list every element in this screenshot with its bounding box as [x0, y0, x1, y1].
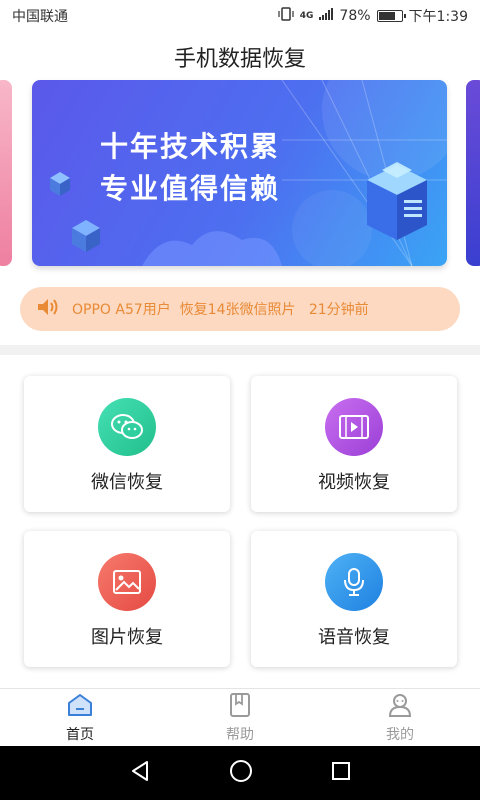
home-button-icon[interactable] [229, 759, 253, 787]
banner-line-1: 十年技术积累 [100, 130, 281, 163]
banner-line-2: 专业值得信赖 [100, 172, 281, 205]
clock: 下午1:39 [408, 9, 468, 25]
section-divider [0, 345, 480, 355]
audio-recovery-label: 语音恢复 [318, 627, 390, 648]
image-recovery-label: 图片恢复 [91, 627, 163, 648]
status-bar: 中国联通 4G 78% 下午1:39 [0, 0, 480, 32]
status-indicators: 4G 78% 下午1:39 [278, 6, 468, 26]
image-icon [98, 553, 156, 611]
tab-profile-label: 我的 [386, 726, 414, 743]
banner-next-slide[interactable] [466, 80, 480, 266]
book-icon [228, 692, 252, 722]
image-recovery-card[interactable]: 图片恢复 [24, 531, 230, 667]
speaker-icon [36, 297, 60, 321]
microphone-icon [325, 553, 383, 611]
tab-help-label: 帮助 [226, 726, 254, 743]
bottom-nav: 首页 帮助 我的 [0, 688, 480, 746]
system-nav-bar [0, 746, 480, 800]
back-icon[interactable] [129, 760, 151, 786]
notice-text: OPPO A57用户 恢复14张微信照片 21分钟前 [72, 302, 369, 318]
banner-text: 十年技术积累 专业值得信赖 [100, 126, 280, 210]
vibrate-icon [278, 7, 294, 25]
wechat-recovery-label: 微信恢复 [91, 472, 163, 493]
wechat-icon [98, 398, 156, 456]
battery-icon [376, 10, 406, 22]
signal-icon [319, 8, 334, 24]
wechat-recovery-card[interactable]: 微信恢复 [24, 376, 230, 512]
recents-icon[interactable] [331, 761, 351, 785]
carrier-label: 中国联通 [12, 9, 68, 25]
page-title: 手机数据恢复 [173, 47, 306, 72]
tab-home[interactable]: 首页 [0, 689, 160, 746]
tab-profile[interactable]: 我的 [320, 689, 480, 746]
battery-level [378, 12, 395, 20]
user-icon [387, 692, 413, 722]
battery-percent: 78% [339, 8, 371, 24]
tab-home-label: 首页 [66, 726, 94, 743]
network-type: 4G [299, 11, 314, 21]
video-recovery-card[interactable]: 视频恢复 [251, 376, 457, 512]
recovery-notice: OPPO A57用户 恢复14张微信照片 21分钟前 [20, 287, 460, 331]
video-recovery-label: 视频恢复 [318, 472, 390, 493]
video-icon [325, 398, 383, 456]
home-icon [66, 692, 94, 722]
banner-slide[interactable]: 十年技术积累 专业值得信赖 [32, 80, 447, 266]
banner-prev-slide[interactable] [0, 80, 12, 266]
audio-recovery-card[interactable]: 语音恢复 [251, 531, 457, 667]
tab-help[interactable]: 帮助 [160, 689, 320, 746]
